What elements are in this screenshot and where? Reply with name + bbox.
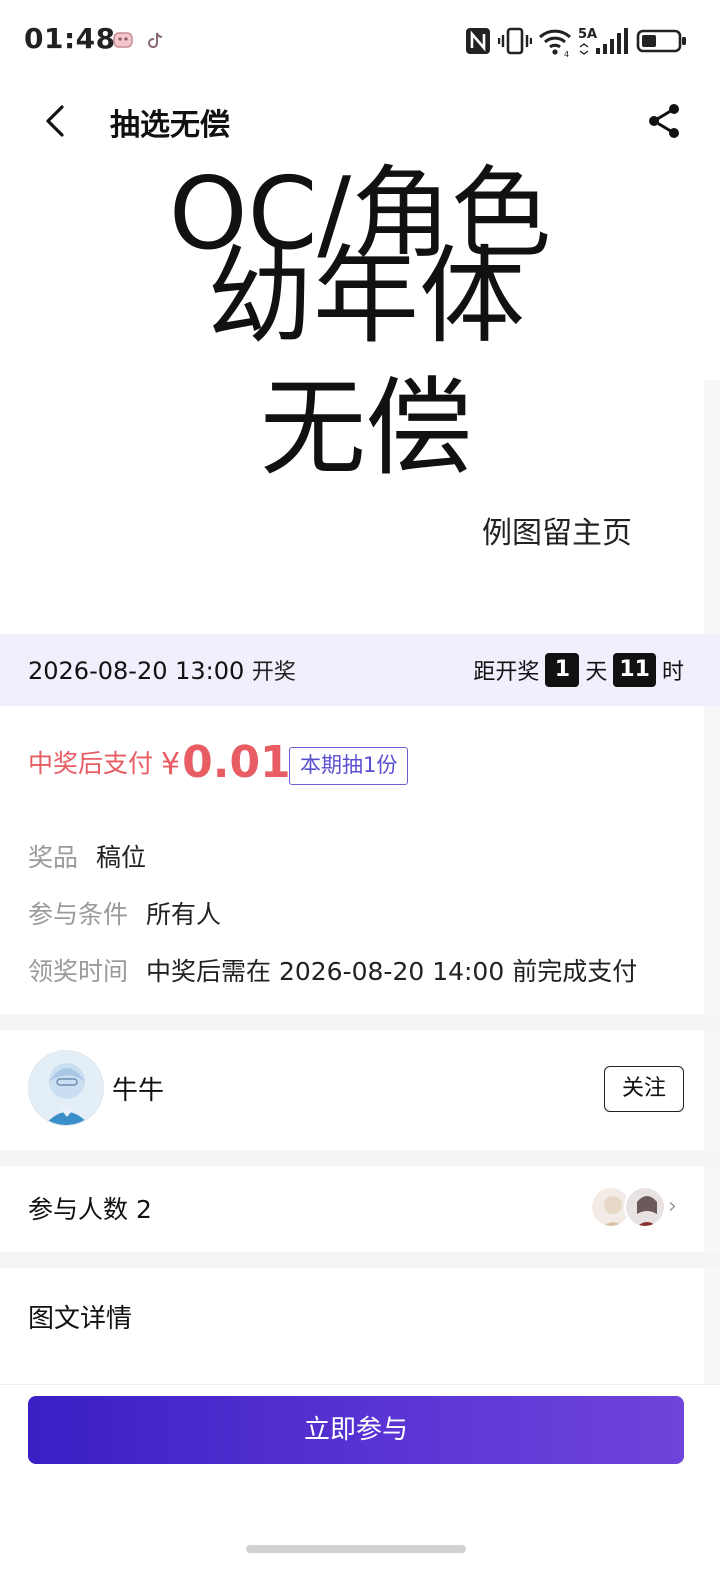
- status-time: 01:48: [24, 22, 116, 55]
- battery-icon: [636, 24, 688, 58]
- prize-example-image: OC/角色 幼年体 无偿 例图留主页: [0, 80, 720, 636]
- cellular-signal-icon: 5A: [578, 24, 628, 58]
- info-prize: 奖品 稿位: [28, 838, 146, 874]
- hero-note: 例图留主页: [482, 516, 632, 551]
- details-title: 图文详情: [28, 1304, 133, 1334]
- back-button[interactable]: [32, 98, 78, 144]
- draw-datetime-value: 2026-08-20 13:00: [28, 657, 245, 685]
- share-button[interactable]: [642, 98, 688, 144]
- info-condition-key: 参与条件: [28, 900, 129, 929]
- app-notification-icon: [112, 30, 134, 50]
- countdown-hours-unit: 时: [661, 660, 684, 685]
- tiktok-icon: [146, 30, 168, 50]
- draw-datetime: 2026-08-20 13:00 开奖: [28, 654, 296, 686]
- info-claim-value: 中奖后需在 2026-08-20 14:00 前完成支付: [146, 957, 638, 986]
- section-divider: [0, 1150, 720, 1166]
- chevron-right-icon: ›: [668, 1194, 677, 1219]
- info-claim-key: 领奖时间: [28, 957, 129, 986]
- info-condition-value: 所有人: [146, 900, 222, 929]
- share-icon: [649, 104, 679, 138]
- author-row[interactable]: 牛牛 关注: [0, 1030, 720, 1150]
- follow-button[interactable]: 关注: [604, 1066, 684, 1112]
- author-name: 牛牛: [112, 1076, 165, 1106]
- svg-text:4: 4: [564, 50, 569, 58]
- chevron-left-icon: [46, 105, 64, 137]
- nav-bar: 抽选无偿: [0, 80, 720, 162]
- author-avatar[interactable]: [28, 1050, 104, 1126]
- svg-text:5A: 5A: [578, 27, 597, 42]
- participants-count: 参与人数 2: [28, 1195, 152, 1224]
- wifi-icon: 4: [537, 24, 573, 59]
- participant-avatar: [624, 1186, 666, 1228]
- section-divider: [0, 1014, 720, 1030]
- price-currency: ¥: [161, 747, 181, 782]
- info-prize-key: 奖品: [28, 843, 79, 872]
- vibrate-icon: [497, 24, 533, 58]
- participant-avatars: [590, 1186, 670, 1232]
- home-indicator[interactable]: [246, 1545, 466, 1553]
- countdown-hours: 11: [613, 653, 656, 687]
- join-button[interactable]: 立即参与: [28, 1396, 684, 1464]
- info-prize-value: 稿位: [96, 843, 147, 872]
- hero-text-line2: 无偿: [260, 367, 472, 490]
- info-condition: 参与条件 所有人: [28, 895, 221, 931]
- page-title: 抽选无偿: [110, 108, 230, 143]
- participants-row[interactable]: 参与人数 2 ›: [0, 1166, 720, 1252]
- price-label: 中奖后支付: [28, 749, 154, 778]
- section-divider: [0, 1252, 720, 1268]
- draw-suffix: 开奖: [251, 660, 296, 685]
- countdown-days: 1: [545, 653, 580, 687]
- quota-badge: 本期抽1份: [289, 747, 409, 785]
- draw-time-bar: 2026-08-20 13:00 开奖 距开奖 1 天 11 时: [0, 634, 720, 706]
- bottom-action-bar: 立即参与: [0, 1384, 720, 1588]
- status-bar: 01:48 4 5A: [0, 0, 720, 80]
- countdown-days-unit: 天: [585, 660, 608, 685]
- hero-text-line1: 幼年体: [207, 235, 525, 358]
- info-claim-time: 领奖时间 中奖后需在 2026-08-20 14:00 前完成支付: [28, 952, 637, 988]
- nfc-icon: [464, 24, 492, 58]
- countdown-prefix: 距开奖: [473, 660, 540, 685]
- price-row: 中奖后支付 ¥ 0.01: [28, 734, 291, 794]
- countdown: 距开奖 1 天 11 时: [473, 652, 684, 688]
- price-value: 0.01: [182, 737, 291, 788]
